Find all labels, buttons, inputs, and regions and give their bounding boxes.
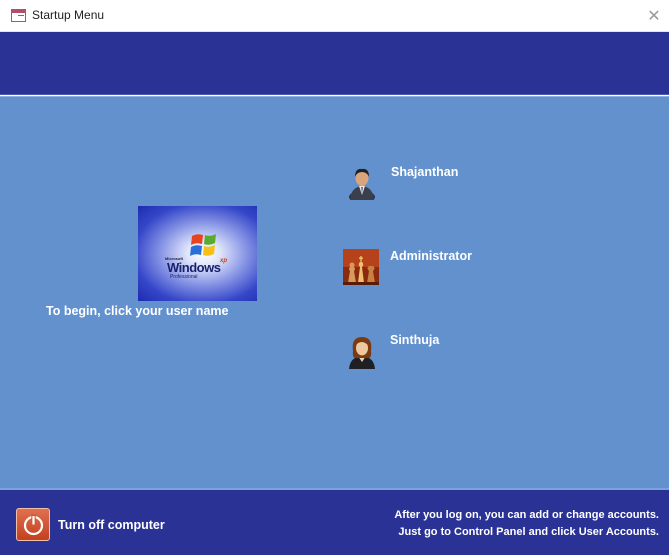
turn-off-button[interactable] (16, 508, 50, 541)
title-bar: Startup Menu ✕ (0, 0, 669, 32)
user-name: Administrator (390, 249, 472, 263)
xp-wordmark: xp (220, 258, 228, 264)
edition-wordmark: Professional (170, 274, 198, 280)
windows-wordmark: Windows (167, 260, 221, 275)
window-title: Startup Menu (32, 8, 105, 22)
woman-avatar-icon (349, 337, 375, 369)
close-button[interactable]: ✕ (639, 0, 669, 31)
begin-instruction: To begin, click your user name (46, 304, 229, 318)
turn-off-label[interactable]: Turn off computer (58, 518, 165, 532)
businessman-avatar-icon (349, 168, 375, 200)
accounts-info-line-1: After you log on, you can add or change … (394, 509, 659, 521)
user-tile-shajanthan[interactable]: Shajanthan (343, 164, 483, 204)
top-banner (0, 32, 669, 95)
power-icon (23, 514, 44, 536)
user-tile-sinthuja[interactable]: Sinthuja (343, 333, 483, 373)
user-name: Sinthuja (390, 333, 440, 347)
form-app-icon (11, 9, 26, 22)
chess-pieces-avatar-icon (343, 249, 379, 285)
welcome-panel (0, 96, 669, 488)
user-name: Shajanthan (391, 165, 459, 179)
windows-flag-icon (190, 234, 216, 256)
windows-xp-logo: Microsoft Windows xp Professional (138, 206, 257, 301)
user-tile-administrator[interactable]: Administrator (343, 249, 503, 289)
accounts-info-line-2: Just go to Control Panel and click User … (398, 526, 659, 538)
